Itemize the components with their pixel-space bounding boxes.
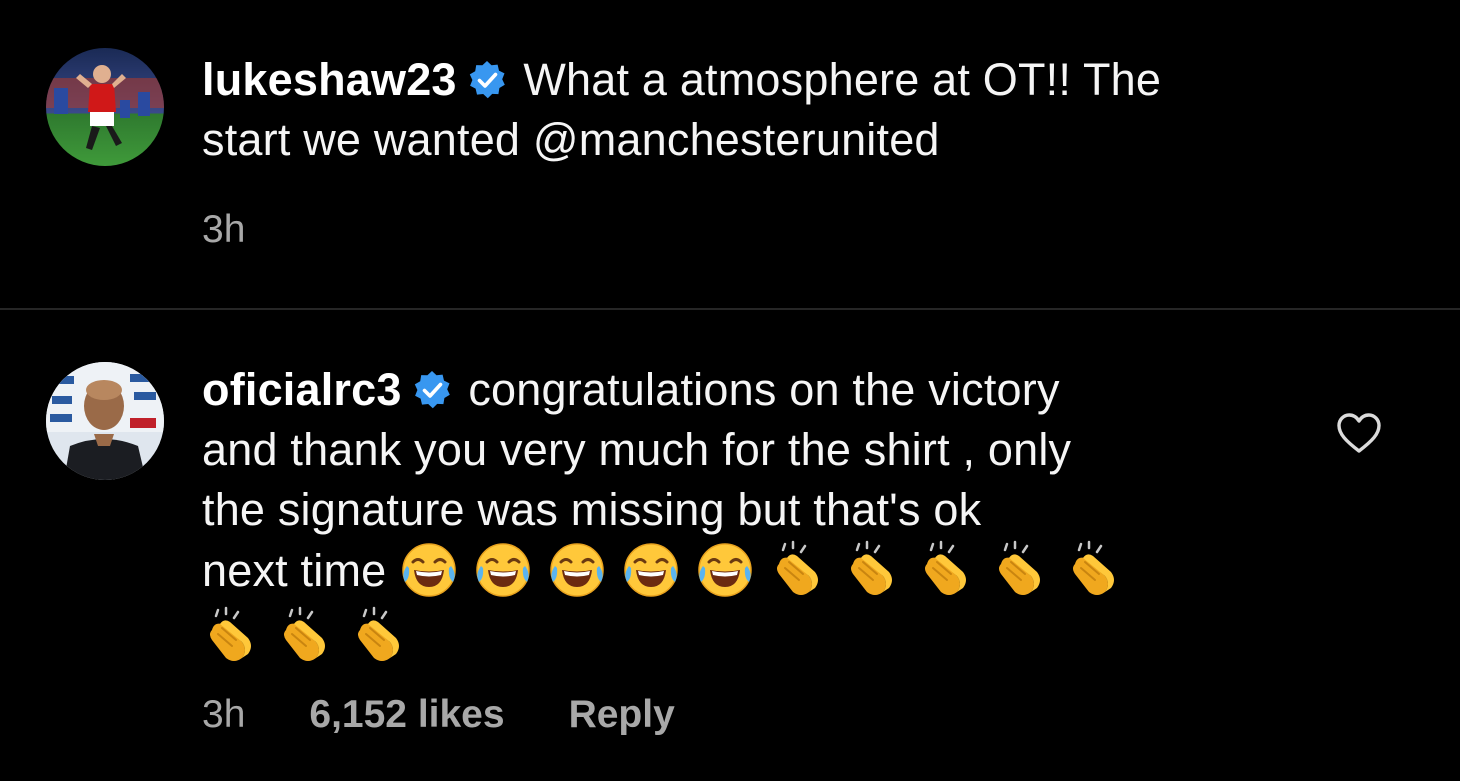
emoji-row-2 [202,606,1272,672]
face-with-tears-of-joy-emoji [547,540,607,600]
heart-outline-icon[interactable] [1336,412,1382,454]
comment-body: oficialrc3 congratulations on the victor… [202,360,1272,672]
comment-line: oficialrc3 congratulations on the victor… [202,360,1272,420]
comment-likes-count[interactable]: 6,152 likes [309,693,504,736]
clapping-hands-emoji [276,606,336,666]
clapping-hands-emoji [1065,540,1125,600]
comment: oficialrc3 congratulations on the victor… [0,310,1460,781]
clapping-hands-emoji [843,540,903,600]
reply-button[interactable]: Reply [569,693,675,736]
comment-meta: 3h 6,152 likes Reply [202,693,739,737]
face-with-tears-of-joy-emoji [695,540,755,600]
emoji-row-1 [399,540,1139,597]
clapping-hands-emoji [769,540,829,600]
clapping-hands-emoji [991,540,1051,600]
post-username[interactable]: lukeshaw23 [202,54,457,105]
comment-text-line4-text: next time [202,545,387,596]
original-post: lukeshaw23 What a atmosphere at OT!! The… [0,0,1460,308]
comment-text-line1: congratulations on the victory [468,364,1060,415]
face-with-tears-of-joy-emoji [399,540,459,600]
avatar-oficialrc3[interactable] [46,362,164,480]
comment-text-line4: next time [202,540,1272,606]
post-meta: 3h [202,208,309,252]
post-text-line2: start we wanted @manchesterunited [202,114,940,165]
post-caption: lukeshaw23 What a atmosphere at OT!! The… [202,50,1362,170]
comment-text-line2: and thank you very much for the shirt , … [202,424,1072,475]
clapping-hands-emoji [917,540,977,600]
verified-badge-icon [467,60,507,100]
avatar-lukeshaw23[interactable] [46,48,164,166]
comment-username[interactable]: oficialrc3 [202,364,402,415]
face-with-tears-of-joy-emoji [473,540,533,600]
face-with-tears-of-joy-emoji [621,540,681,600]
profile-photo-icon [46,48,164,166]
profile-photo-icon [46,362,164,480]
post-text-line1: What a atmosphere at OT!! The [523,54,1162,105]
post-timestamp[interactable]: 3h [202,208,245,251]
caption-line: lukeshaw23 What a atmosphere at OT!! The [202,50,1362,110]
clapping-hands-emoji [350,606,410,666]
clapping-hands-emoji [202,606,262,666]
comment-timestamp[interactable]: 3h [202,693,245,736]
verified-badge-icon [412,370,452,410]
comment-text-line3: the signature was missing but that's ok [202,484,982,535]
